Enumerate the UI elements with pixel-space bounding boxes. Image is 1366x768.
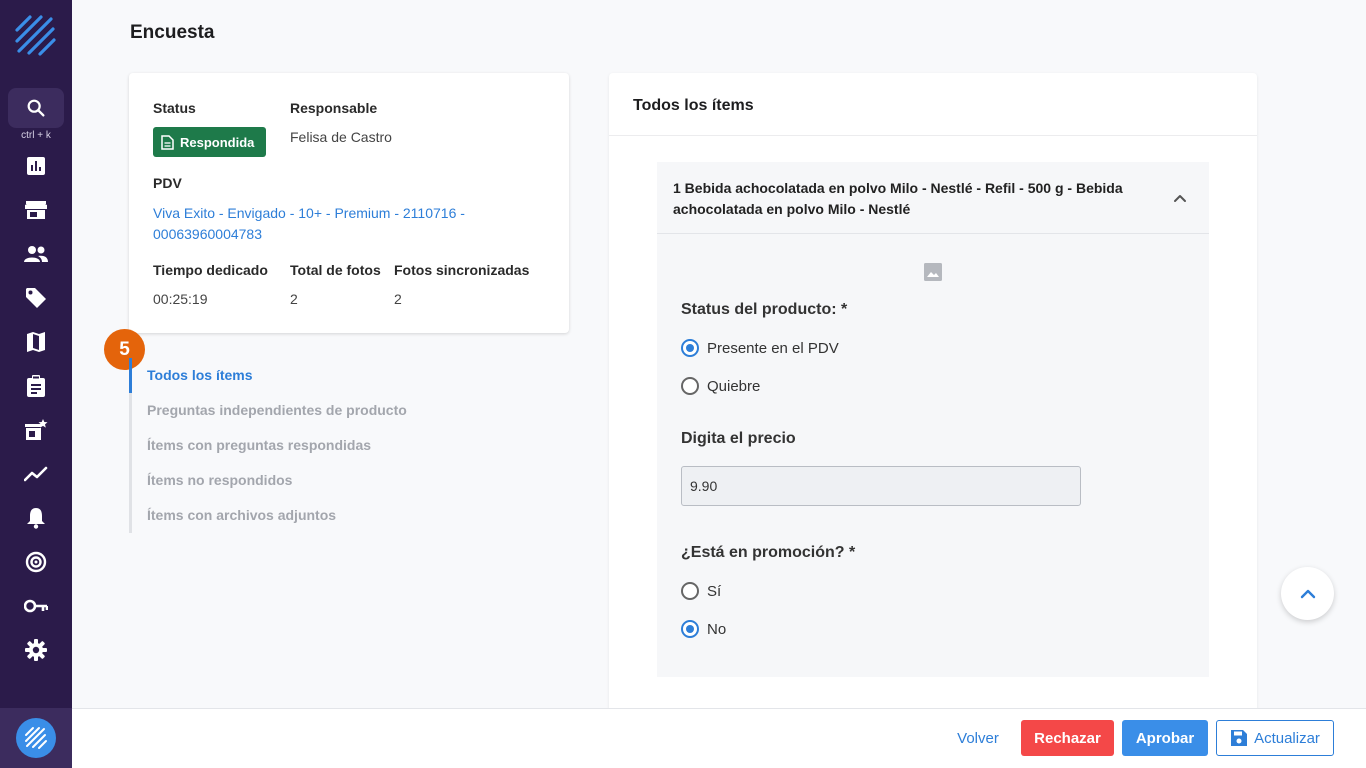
pdv-label: PDV bbox=[153, 175, 182, 191]
radio-presente[interactable]: Presente en el PDV bbox=[681, 339, 839, 357]
actualizar-label: Actualizar bbox=[1254, 729, 1320, 747]
sidebar: ctrl + k bbox=[0, 0, 72, 768]
survey-info-card: Status Responsable Respondida Felisa de … bbox=[129, 73, 569, 333]
radio-si[interactable]: Sí bbox=[681, 582, 721, 600]
precio-label: Digita el precio bbox=[681, 430, 796, 447]
users-icon[interactable] bbox=[22, 240, 50, 268]
filter-active-indicator bbox=[129, 358, 132, 393]
radio-quiebre-control[interactable] bbox=[681, 377, 699, 395]
tiempo-label: Tiempo dedicado bbox=[153, 262, 268, 278]
aprobar-button[interactable]: Aprobar bbox=[1122, 720, 1208, 756]
volver-button[interactable]: Volver bbox=[950, 720, 1006, 756]
status-badge: Respondida bbox=[153, 127, 266, 157]
status-badge-text: Respondida bbox=[180, 134, 255, 150]
radio-si-control[interactable] bbox=[681, 582, 699, 600]
price-input[interactable] bbox=[681, 466, 1081, 506]
panel-title: Todos los ítems bbox=[633, 97, 754, 114]
key-icon[interactable] bbox=[22, 592, 50, 620]
logo-icon[interactable] bbox=[14, 14, 58, 58]
fotos-sync-value: 2 bbox=[394, 291, 402, 307]
responsable-label: Responsable bbox=[290, 100, 378, 116]
item-title: 1 Bebida achocolatada en polvo Milo - Ne… bbox=[673, 180, 1123, 217]
dashboard-icon[interactable] bbox=[22, 152, 50, 180]
radio-si-label: Sí bbox=[707, 582, 722, 600]
rechazar-button[interactable]: Rechazar bbox=[1021, 720, 1114, 756]
total-fotos-label: Total de fotos bbox=[290, 262, 381, 278]
filter-todos-items[interactable]: Todos los ítems bbox=[147, 367, 253, 383]
map-icon[interactable] bbox=[22, 328, 50, 356]
bell-icon[interactable] bbox=[22, 504, 50, 532]
item-card: 1 Bebida achocolatada en polvo Milo - Ne… bbox=[657, 162, 1209, 677]
tag-icon[interactable] bbox=[22, 284, 50, 312]
target-icon[interactable] bbox=[22, 548, 50, 576]
item-header[interactable]: 1 Bebida achocolatada en polvo Milo - Ne… bbox=[657, 162, 1209, 234]
tiempo-value: 00:25:19 bbox=[153, 291, 208, 307]
search-button[interactable] bbox=[8, 88, 64, 128]
total-fotos-value: 2 bbox=[290, 291, 298, 307]
image-placeholder-icon bbox=[924, 263, 942, 281]
store-star-icon[interactable] bbox=[22, 416, 50, 444]
clipboard-icon[interactable] bbox=[22, 372, 50, 400]
radio-presente-control[interactable] bbox=[681, 339, 699, 357]
items-panel: Todos los ítems 1 Bebida achocolatada en… bbox=[609, 73, 1257, 713]
page-title: Encuesta bbox=[130, 22, 215, 43]
pdv-link[interactable]: Viva Exito - Envigado - 10+ - Premium - … bbox=[153, 203, 543, 245]
filter-items-respondidas[interactable]: Ítems con preguntas respondidas bbox=[147, 437, 371, 453]
search-shortcut: ctrl + k bbox=[21, 130, 51, 141]
chevron-up-icon[interactable] bbox=[1171, 189, 1189, 207]
radio-quiebre-label: Quiebre bbox=[707, 377, 761, 395]
filter-items-adjuntos[interactable]: Ítems con archivos adjuntos bbox=[147, 507, 336, 523]
radio-no-control[interactable] bbox=[681, 620, 699, 638]
save-icon bbox=[1231, 730, 1248, 746]
filter-preguntas-independientes[interactable]: Preguntas independientes de producto bbox=[147, 402, 407, 418]
gear-icon[interactable] bbox=[22, 636, 50, 664]
fotos-sync-label: Fotos sincronizadas bbox=[394, 262, 530, 278]
search-icon bbox=[27, 99, 45, 117]
radio-no-label: No bbox=[707, 620, 727, 638]
app-logo-icon[interactable] bbox=[16, 718, 56, 758]
radio-no[interactable]: No bbox=[681, 620, 726, 638]
store-icon[interactable] bbox=[22, 196, 50, 224]
scroll-top-button[interactable] bbox=[1281, 567, 1334, 620]
chevron-up-icon bbox=[1300, 589, 1315, 598]
panel-divider bbox=[609, 135, 1257, 136]
filter-items-no-respondidos[interactable]: Ítems no respondidos bbox=[147, 472, 292, 488]
promocion-label: ¿Está en promoción? * bbox=[681, 544, 856, 561]
radio-quiebre[interactable]: Quiebre bbox=[681, 377, 760, 395]
radio-presente-label: Presente en el PDV bbox=[707, 339, 839, 357]
tour-step-badge: 5 bbox=[104, 329, 145, 370]
status-producto-label: Status del producto: * bbox=[681, 301, 848, 318]
responsable-value: Felisa de Castro bbox=[290, 129, 392, 145]
actualizar-button[interactable]: Actualizar bbox=[1216, 720, 1334, 756]
document-icon bbox=[161, 134, 174, 150]
trending-icon[interactable] bbox=[22, 460, 50, 488]
status-label: Status bbox=[153, 100, 196, 116]
